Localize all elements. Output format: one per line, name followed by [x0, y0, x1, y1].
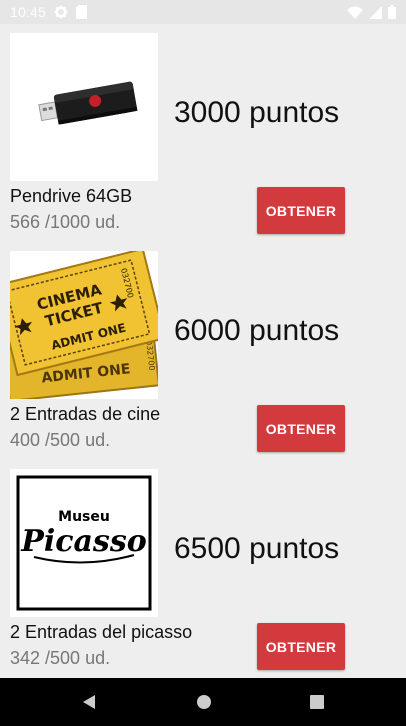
- back-icon[interactable]: [80, 692, 100, 717]
- logo-picasso-text: Picasso: [20, 524, 146, 559]
- stock-count: 342 /500 ud.: [10, 648, 111, 668]
- product-card: ADMIT ONE 032700 CINEMA TICKET ADMIT ONE…: [0, 242, 406, 454]
- obtain-button[interactable]: OBTENER: [257, 405, 345, 452]
- product-name: 2 Entradas del picasso: [10, 622, 193, 642]
- sd-card-icon: [76, 5, 88, 19]
- status-bar: 10:45: [0, 0, 406, 24]
- museu-picasso-logo: Museu Picasso: [10, 469, 158, 617]
- stock-count: 566 /1000 ud.: [10, 212, 121, 232]
- signal-icon: [369, 5, 382, 19]
- logo-museu-text: Museu: [58, 509, 110, 525]
- gear-icon: [54, 5, 68, 19]
- points-cost: 3000 puntos: [174, 96, 340, 129]
- usb-drive-image: [10, 33, 158, 181]
- product-card: Museu Picasso 6500 puntos 2 Entradas del…: [0, 460, 406, 672]
- points-cost: 6000 puntos: [174, 314, 340, 347]
- points-cost: 6500 puntos: [174, 532, 340, 565]
- recents-icon[interactable]: [307, 692, 327, 717]
- navigation-bar: [0, 678, 406, 726]
- product-name: Pendrive 64GB: [10, 186, 133, 206]
- stock-count: 400 /500 ud.: [10, 430, 111, 450]
- battery-icon: [388, 5, 396, 19]
- obtain-button[interactable]: OBTENER: [257, 187, 345, 234]
- obtain-button[interactable]: OBTENER: [257, 623, 345, 670]
- product-name: 2 Entradas de cine: [10, 404, 161, 424]
- cinema-ticket-image: ADMIT ONE 032700 CINEMA TICKET ADMIT ONE…: [10, 251, 158, 399]
- status-time: 10:45: [10, 4, 47, 20]
- home-icon[interactable]: [194, 692, 214, 717]
- product-card: 3000 puntos Pendrive 64GB 566 /1000 ud. …: [0, 24, 406, 236]
- wifi-icon: [347, 6, 363, 19]
